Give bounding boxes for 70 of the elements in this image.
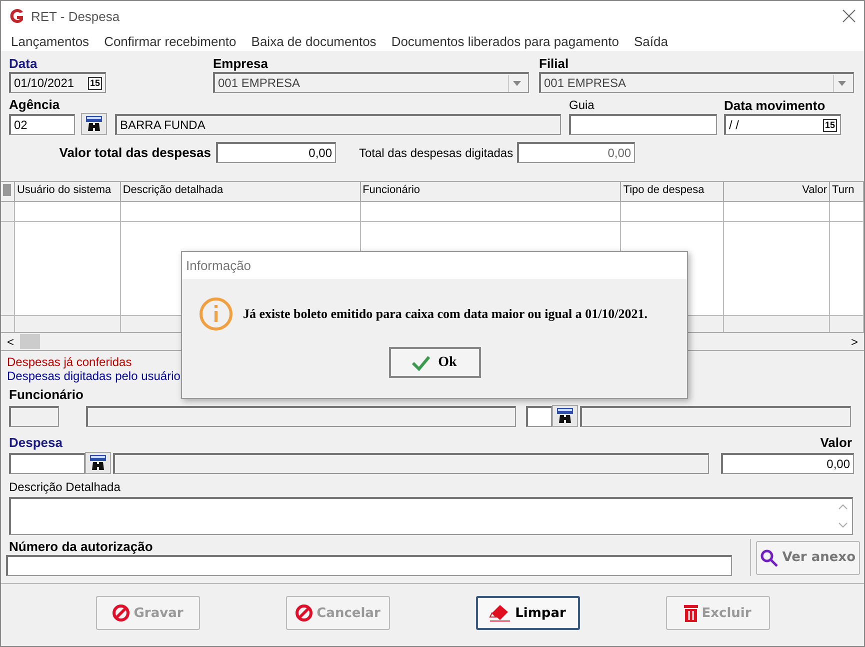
calendar-button[interactable]: 15 xyxy=(88,76,102,90)
calendar-button[interactable]: 15 xyxy=(822,118,837,132)
column-header[interactable]: Usuário do sistema xyxy=(14,182,121,201)
binoculars-icon xyxy=(85,116,103,132)
field-label: Descrição Detalhada xyxy=(9,480,122,496)
action-button[interactable]: Limpar xyxy=(476,596,580,630)
field-label: Data movimento xyxy=(724,98,826,114)
trash-icon xyxy=(684,604,698,622)
menu-item[interactable]: Baixa de documentos xyxy=(251,34,376,48)
scroll-thumb[interactable] xyxy=(20,334,40,349)
eraser-icon xyxy=(489,604,512,622)
menu-item[interactable]: Confirmar recebimento xyxy=(104,34,236,48)
binoculars-button[interactable] xyxy=(85,452,111,474)
legend-text: Despesas já conferidas xyxy=(7,355,132,369)
field-label: Agência xyxy=(9,97,61,113)
field-label: Data xyxy=(9,56,38,72)
column-header[interactable]: Descrição detalhada xyxy=(120,182,361,201)
value-field[interactable]: 0,00 xyxy=(721,452,854,474)
dropdown-arrow-icon xyxy=(838,80,846,86)
checkmark-icon xyxy=(412,354,430,370)
legend-text: Despesas digitadas pelo usuário xyxy=(7,369,180,383)
binoculars-icon xyxy=(556,408,574,424)
scroll-right-button[interactable]: > xyxy=(850,334,858,348)
employee-code-field xyxy=(9,406,59,426)
field-label: Funcionário xyxy=(9,387,84,403)
date-field[interactable]: / / 15 xyxy=(724,114,841,135)
field-label: Guia xyxy=(569,98,596,114)
branch-dropdown[interactable]: 001 EMPRESA xyxy=(539,72,854,93)
prohibited-icon xyxy=(294,604,313,622)
ok-button[interactable]: Ok xyxy=(388,347,480,378)
dropdown-arrow-icon xyxy=(513,80,521,86)
dialog-message: Já existe boleto emitido para caixa com data maior ou igual a 01/10/2021. xyxy=(243,306,648,322)
info-icon xyxy=(199,297,233,331)
company-dropdown[interactable]: 001 EMPRESA xyxy=(213,72,529,93)
agency-code-field[interactable]: 02 xyxy=(9,114,75,134)
authorization-field[interactable] xyxy=(6,555,732,576)
date-field[interactable]: 01/10/2021 15 xyxy=(9,72,106,93)
field-label: Valor xyxy=(820,435,852,451)
window-title: RET - Despesa xyxy=(31,8,121,24)
binoculars-button[interactable] xyxy=(81,113,107,135)
field-label: Empresa xyxy=(213,56,269,72)
scroll-left-button[interactable]: < xyxy=(7,334,14,348)
guia-field[interactable] xyxy=(569,114,717,135)
app-logo-icon xyxy=(9,8,25,24)
total-field: 0,00 xyxy=(517,142,636,163)
field-label: Despesa xyxy=(9,435,62,451)
row-selector-icon xyxy=(3,184,11,196)
shift-field[interactable] xyxy=(526,406,552,426)
column-header[interactable]: Valor xyxy=(724,182,830,201)
expense-code-field[interactable] xyxy=(9,452,85,474)
total-field: 0,00 xyxy=(216,142,336,163)
prohibited-icon xyxy=(112,604,130,622)
description-textarea[interactable] xyxy=(9,497,853,535)
field-label: Número da autorização xyxy=(8,539,154,555)
menu-item[interactable]: Documentos liberados para pagamento xyxy=(391,34,619,48)
binoculars-button[interactable] xyxy=(552,405,578,427)
menu-item[interactable]: Lançamentos xyxy=(11,34,90,48)
field-label: Filial xyxy=(539,56,570,72)
column-header[interactable]: Funcionário xyxy=(360,182,622,201)
search-icon xyxy=(760,548,778,566)
binoculars-icon xyxy=(89,455,107,471)
field-label: Total das despesas digitadas xyxy=(359,146,514,160)
column-header[interactable]: Tipo de despesa xyxy=(621,182,724,201)
column-header[interactable]: Turn xyxy=(830,182,864,201)
menu-item[interactable]: Saída xyxy=(634,34,668,48)
field-label: Valor total das despesas xyxy=(58,144,211,160)
view-attachment-button[interactable]: Ver anexo xyxy=(756,540,860,574)
agency-name-field: BARRA FUNDA xyxy=(115,114,561,134)
dialog-title: Informação xyxy=(182,252,687,279)
close-icon[interactable] xyxy=(842,9,856,23)
